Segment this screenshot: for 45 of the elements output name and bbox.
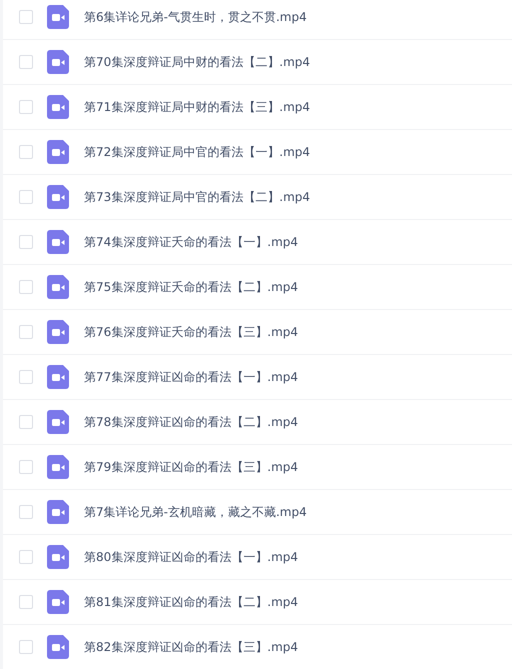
file-name[interactable]: 第72集深度辩证局中官的看法【一】.mp4 <box>84 144 310 160</box>
video-file-icon <box>47 95 69 119</box>
checkbox[interactable] <box>19 550 33 564</box>
video-file-icon <box>47 590 69 614</box>
file-name[interactable]: 第80集深度辩证凶命的看法【一】.mp4 <box>84 548 298 566</box>
checkbox[interactable] <box>19 460 33 474</box>
checkbox[interactable] <box>19 190 33 204</box>
file-name[interactable]: 第75集深度辩证夭命的看法【二】.mp4 <box>84 278 298 296</box>
video-file-icon <box>47 365 69 389</box>
checkbox[interactable] <box>19 10 33 24</box>
video-file-icon <box>47 5 69 29</box>
checkbox[interactable] <box>19 370 33 384</box>
file-name[interactable]: 第79集深度辩证凶命的看法【三】.mp4 <box>84 458 298 476</box>
file-name[interactable]: 第82集深度辩证凶命的看法【三】.mp4 <box>84 638 298 656</box>
checkbox[interactable] <box>19 145 33 159</box>
file-name[interactable]: 第70集深度辩证局中财的看法【二】.mp4 <box>84 54 310 70</box>
checkbox[interactable] <box>19 415 33 429</box>
file-name[interactable]: 第6集详论兄弟-气贯生时，贯之不贯.mp4 <box>84 8 307 26</box>
video-file-icon <box>47 230 69 254</box>
checkbox[interactable] <box>19 505 33 519</box>
checkbox[interactable] <box>19 235 33 249</box>
video-file-icon <box>47 50 69 74</box>
video-file-icon <box>47 320 69 344</box>
checkbox[interactable] <box>19 640 33 654</box>
video-file-icon <box>47 140 69 164</box>
video-file-icon <box>47 455 69 479</box>
file-name[interactable]: 第7集详论兄弟-玄机暗藏，藏之不藏.mp4 <box>84 504 307 520</box>
checkbox[interactable] <box>19 100 33 114</box>
file-name[interactable]: 第73集深度辩证局中官的看法【二】.mp4 <box>84 188 310 206</box>
file-name[interactable]: 第77集深度辩证凶命的看法【一】.mp4 <box>84 368 298 386</box>
file-name[interactable]: 第74集深度辩证夭命的看法【一】.mp4 <box>84 234 298 250</box>
checkbox[interactable] <box>19 595 33 609</box>
file-name[interactable]: 第78集深度辩证凶命的看法【二】.mp4 <box>84 414 298 430</box>
video-file-icon <box>47 500 69 524</box>
video-file-icon <box>47 635 69 659</box>
checkbox[interactable] <box>19 280 33 294</box>
video-file-icon <box>47 545 69 569</box>
checkbox[interactable] <box>19 325 33 339</box>
file-name[interactable]: 第76集深度辩证夭命的看法【三】.mp4 <box>84 324 298 340</box>
file-name[interactable]: 第71集深度辩证局中财的看法【三】.mp4 <box>84 98 310 116</box>
video-file-icon <box>47 185 69 209</box>
file-name[interactable]: 第81集深度辩证凶命的看法【二】.mp4 <box>84 594 298 610</box>
video-file-icon <box>47 410 69 434</box>
video-file-icon <box>47 275 69 299</box>
checkbox[interactable] <box>19 55 33 69</box>
